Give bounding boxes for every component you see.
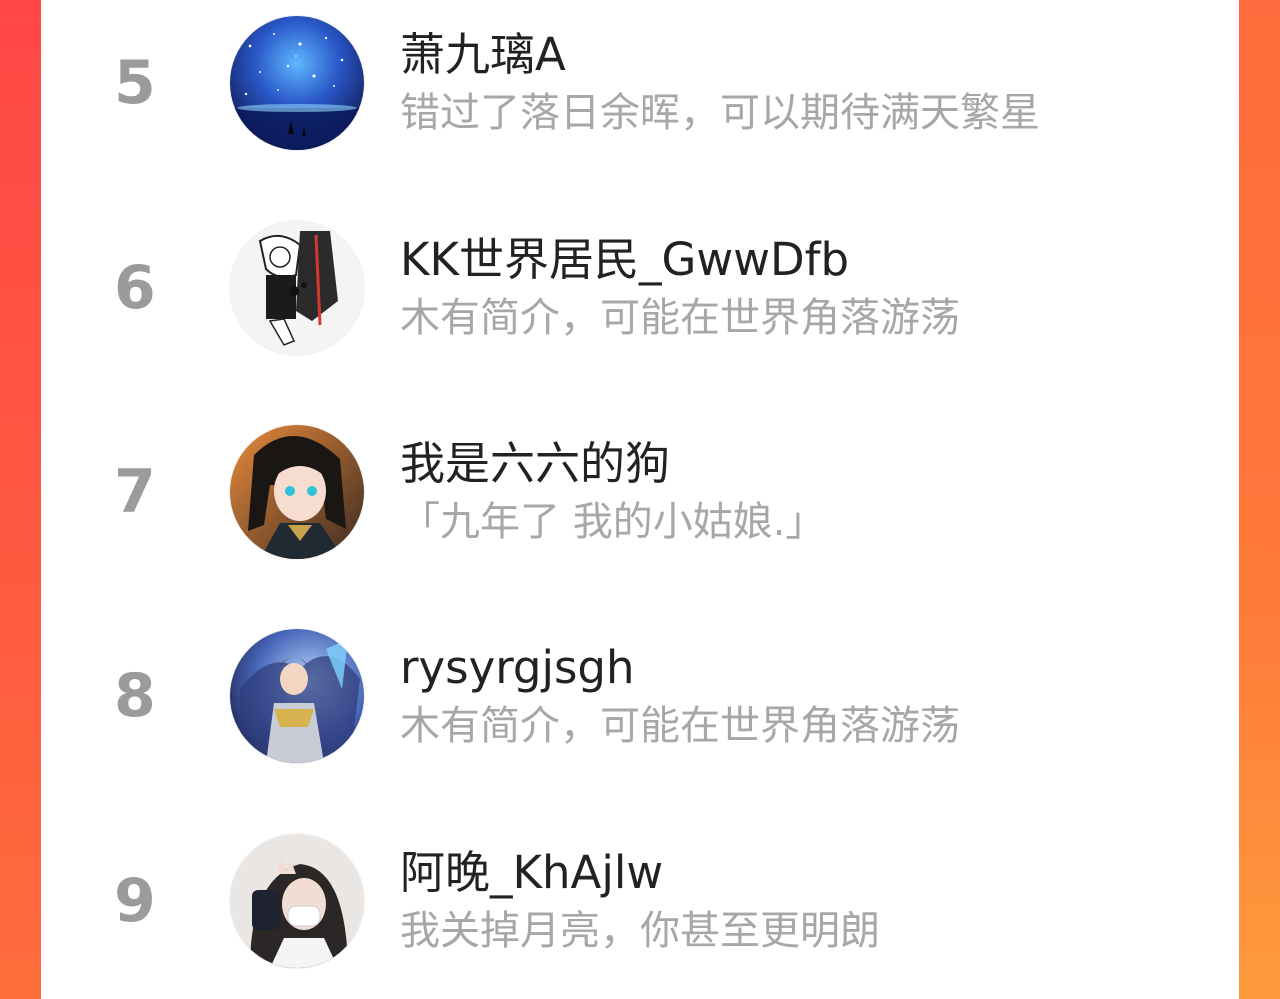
armored-warrior-avatar[interactable]	[230, 629, 364, 763]
ranking-row[interactable]: 7 我是六六的狗 「九年了 我的小姑娘.」	[41, 417, 1239, 567]
user-name: KK世界居民_GwwDfb	[400, 233, 850, 286]
right-gradient-border	[1239, 0, 1280, 999]
user-bio: 木有简介，可能在世界角落游荡	[400, 703, 960, 749]
ranking-row[interactable]: 6 KK世界居民_GwwDfb 木有简介，可能在世界角落游荡	[41, 213, 1239, 363]
user-bio: 我关掉月亮，你甚至更明朗	[400, 908, 880, 954]
ranking-row[interactable]: 5 萧九璃A 错过了落日余晖，可以期待满天繁星	[41, 8, 1239, 158]
rank-number: 7	[114, 457, 156, 527]
rank-number: 5	[114, 48, 156, 118]
ranking-row[interactable]: 9 阿晚_KhAjlw 我关掉月亮，你甚至更明朗	[41, 826, 1239, 976]
user-bio: 「九年了 我的小姑娘.」	[400, 499, 826, 545]
starry-sky-avatar[interactable]	[230, 16, 364, 150]
rank-number: 6	[114, 253, 156, 323]
user-name: rysyrgjsgh	[400, 641, 635, 694]
monochrome-anime-avatar[interactable]	[230, 221, 364, 355]
anime-girl-avatar[interactable]	[230, 425, 364, 559]
left-gradient-border	[0, 0, 41, 999]
rank-number: 8	[114, 661, 156, 731]
user-name: 阿晚_KhAjlw	[400, 846, 664, 899]
user-name: 萧九璃A	[400, 28, 566, 81]
ranking-row[interactable]: 8 rysyrgjsgh 木有简介，可能在世界角落游荡	[41, 621, 1239, 771]
rank-number: 9	[114, 866, 156, 936]
user-name: 我是六六的狗	[400, 437, 671, 490]
ranking-list: 5 萧九璃A 错过了落日余晖，可以期待满天繁星 6 KK世界居民_GwwDfb …	[41, 0, 1239, 999]
user-bio: 错过了落日余晖，可以期待满天繁星	[400, 90, 1040, 136]
selfie-girl-avatar[interactable]	[230, 834, 364, 968]
user-bio: 木有简介，可能在世界角落游荡	[400, 295, 960, 341]
